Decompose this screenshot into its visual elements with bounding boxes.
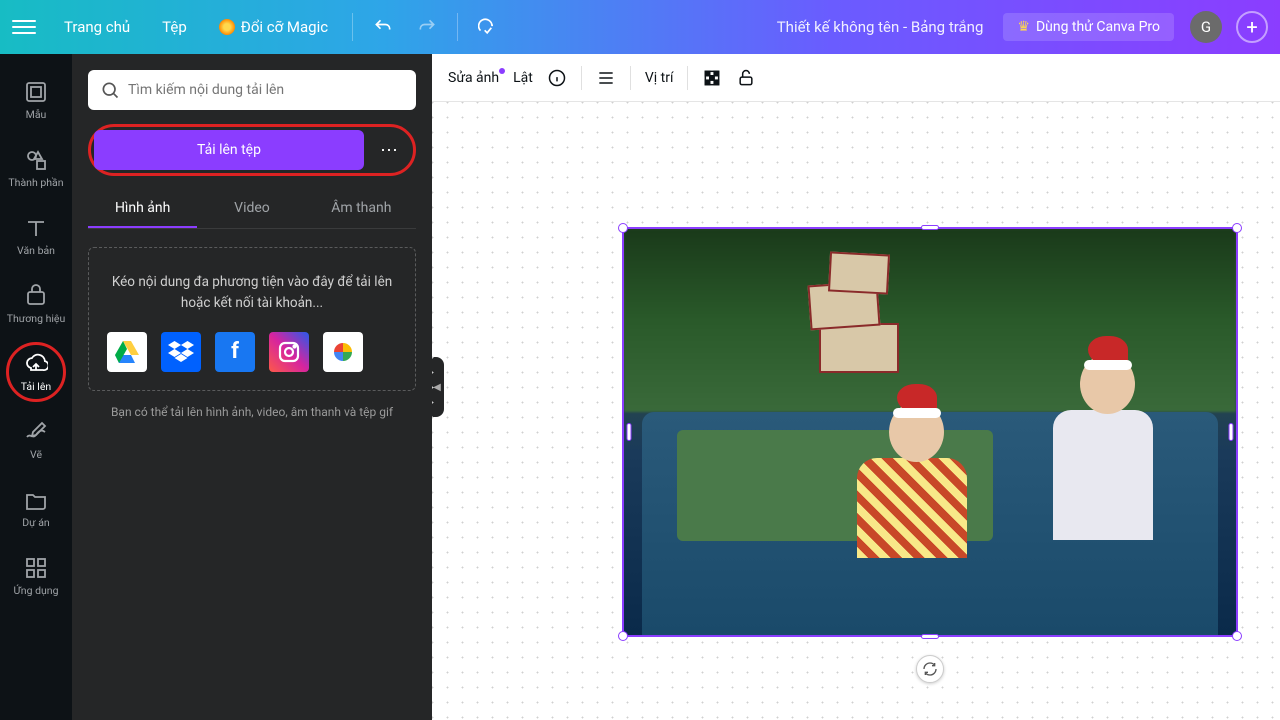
resize-handle-tr[interactable] bbox=[1232, 223, 1242, 233]
dropzone-text: Kéo nội dung đa phương tiện vào đây để t… bbox=[107, 272, 397, 314]
user-avatar[interactable]: G bbox=[1190, 11, 1222, 43]
redo-button[interactable] bbox=[409, 9, 445, 45]
flip-button[interactable]: Lật bbox=[513, 70, 533, 86]
rail-brand[interactable]: Thương hiệu bbox=[4, 272, 68, 336]
rail-text[interactable]: Văn bản bbox=[4, 204, 68, 268]
rail-projects[interactable]: Dự án bbox=[4, 476, 68, 540]
search-input[interactable] bbox=[128, 82, 404, 98]
service-google-drive[interactable] bbox=[107, 332, 147, 372]
whiteboard-stage[interactable] bbox=[432, 102, 1280, 720]
position-button[interactable]: Vị trí bbox=[645, 70, 674, 86]
service-dropbox[interactable] bbox=[161, 332, 201, 372]
rail-elements[interactable]: Thành phần bbox=[4, 136, 68, 200]
nav-home[interactable]: Trang chủ bbox=[52, 12, 142, 42]
resize-handle-bottom[interactable] bbox=[921, 634, 939, 639]
separator bbox=[457, 13, 458, 41]
dropzone[interactable]: Kéo nội dung đa phương tiện vào đây để t… bbox=[88, 247, 416, 391]
hamburger-icon[interactable] bbox=[12, 15, 36, 39]
notification-dot-icon bbox=[499, 68, 505, 74]
nav-file[interactable]: Tệp bbox=[150, 12, 199, 42]
canvas-area: Sửa ảnh Lật Vị trí bbox=[432, 54, 1280, 720]
context-toolbar: Sửa ảnh Lật Vị trí bbox=[432, 54, 1280, 102]
nav-magic-resize[interactable]: Đổi cỡ Magic bbox=[207, 12, 340, 42]
document-title[interactable]: Thiết kế không tên - Bảng trắng bbox=[514, 18, 995, 36]
search-box bbox=[88, 70, 416, 110]
separator bbox=[687, 66, 688, 90]
resize-handle-bl[interactable] bbox=[618, 631, 628, 641]
search-icon bbox=[100, 80, 120, 100]
rotate-handle[interactable] bbox=[916, 655, 944, 683]
edit-image-button[interactable]: Sửa ảnh bbox=[448, 70, 499, 86]
uploads-panel: Tải lên tệp ⋯ Hình ảnh Video Âm thanh Ké… bbox=[72, 54, 432, 720]
crown-icon: ♛ bbox=[1017, 19, 1030, 35]
separator bbox=[581, 66, 582, 90]
rail-templates[interactable]: Mẫu bbox=[4, 68, 68, 132]
tab-audio[interactable]: Âm thanh bbox=[307, 190, 416, 228]
tab-video[interactable]: Video bbox=[197, 190, 306, 228]
tab-images[interactable]: Hình ảnh bbox=[88, 190, 197, 228]
transparency-button[interactable] bbox=[702, 68, 722, 88]
service-grid: f bbox=[107, 332, 397, 372]
separator bbox=[352, 13, 353, 41]
separator bbox=[630, 66, 631, 90]
lock-button[interactable] bbox=[736, 68, 756, 88]
upload-row-highlight: Tải lên tệp ⋯ bbox=[88, 124, 416, 176]
upload-tabs: Hình ảnh Video Âm thanh bbox=[88, 190, 416, 229]
resize-handle-top[interactable] bbox=[921, 225, 939, 230]
top-bar: Trang chủ Tệp Đổi cỡ Magic Thiết kế khôn… bbox=[0, 0, 1280, 54]
try-pro-button[interactable]: ♛Dùng thử Canva Pro bbox=[1003, 13, 1174, 41]
resize-handle-br[interactable] bbox=[1232, 631, 1242, 641]
side-rail: Mẫu Thành phần Văn bản Thương hiệu Tải l… bbox=[0, 54, 72, 720]
upload-hint: Bạn có thể tải lên hình ảnh, video, âm t… bbox=[88, 405, 416, 419]
resize-handle-left[interactable] bbox=[627, 423, 632, 441]
share-add-button[interactable]: + bbox=[1236, 11, 1268, 43]
undo-button[interactable] bbox=[365, 9, 401, 45]
service-google-photos[interactable] bbox=[323, 332, 363, 372]
list-button[interactable] bbox=[596, 68, 616, 88]
image-content bbox=[624, 229, 1236, 635]
sparkle-icon bbox=[219, 19, 235, 35]
resize-handle-tl[interactable] bbox=[618, 223, 628, 233]
cloud-sync-icon[interactable] bbox=[470, 9, 506, 45]
upload-more-button[interactable]: ⋯ bbox=[370, 130, 410, 170]
info-button[interactable] bbox=[547, 68, 567, 88]
service-instagram[interactable] bbox=[269, 332, 309, 372]
rail-uploads[interactable]: Tải lên bbox=[4, 340, 68, 404]
service-facebook[interactable]: f bbox=[215, 332, 255, 372]
resize-handle-right[interactable] bbox=[1229, 423, 1234, 441]
rail-apps[interactable]: Ứng dụng bbox=[4, 544, 68, 608]
rail-draw[interactable]: Vẽ bbox=[4, 408, 68, 472]
upload-file-button[interactable]: Tải lên tệp bbox=[94, 130, 364, 170]
selected-image[interactable] bbox=[622, 227, 1238, 637]
